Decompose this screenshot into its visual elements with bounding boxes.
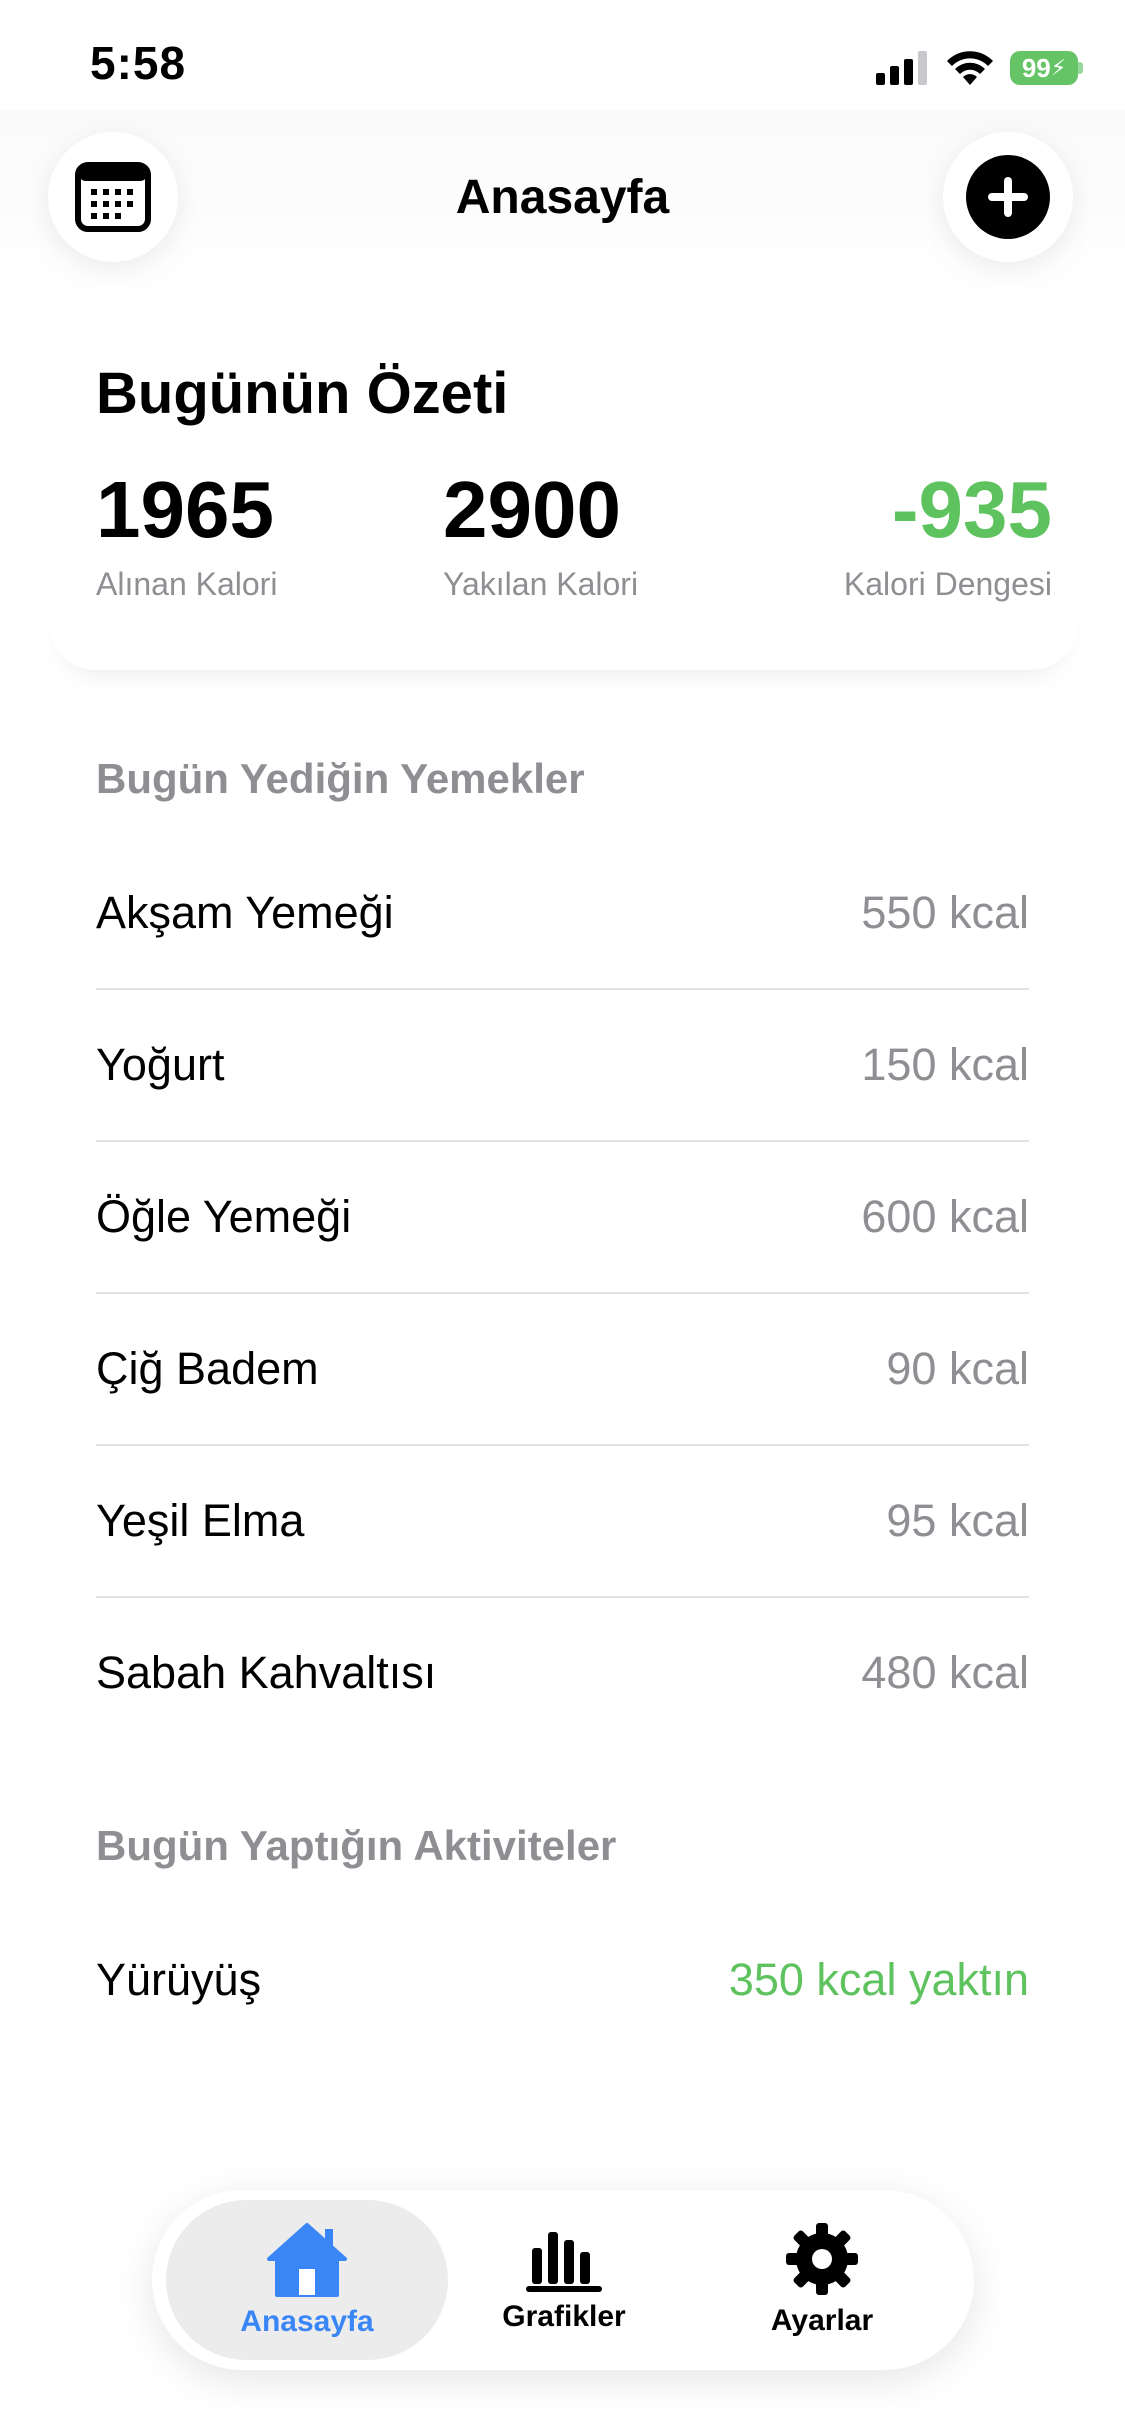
battery-icon: 99 ⚡ [1010,51,1078,85]
foods-section-header: Bugün Yediğin Yemekler [96,755,585,802]
summary-title: Bugünün Özeti [96,361,509,426]
intake-label: Alınan Kalori [96,566,278,602]
wifi-icon [947,51,993,85]
battery-level: 99 [1021,52,1051,83]
summary-card: Bugünün Özeti 1965 Alınan Kalori 2900 Ya… [48,310,1078,670]
balance-label: Kalori Dengesi [843,566,1052,602]
food-name: Yeşil Elma [96,1495,305,1546]
burned-stat: 2900 Yakılan Kalori [443,470,638,603]
food-row[interactable]: Yoğurt 150 kcal [96,988,1029,1140]
battery-cap [1078,62,1083,74]
food-name: Çiğ Badem [96,1343,319,1394]
food-kcal: 90 kcal [886,1343,1029,1394]
tab-label: Anasayfa [240,2305,374,2338]
cellular-signal-icon [876,51,927,85]
food-kcal: 600 kcal [861,1191,1029,1242]
food-row[interactable]: Sabah Kahvaltısı 480 kcal [96,1596,1029,1748]
food-kcal: 480 kcal [861,1647,1029,1698]
tab-bar: Anasayfa Grafikler Ayarlar [152,2190,974,2370]
food-name: Akşam Yemeği [96,887,394,938]
food-name: Yoğurt [96,1039,225,1090]
burned-label: Yakılan Kalori [443,566,639,602]
food-row[interactable]: Akşam Yemeği 550 kcal [96,838,1029,988]
intake-stat: 1965 Alınan Kalori [96,470,277,603]
add-button[interactable] [943,132,1073,262]
tab-charts[interactable]: Grafikler [434,2200,694,2360]
plus-circle-icon [966,155,1050,239]
burned-value: 2900 [443,465,621,554]
activity-list: Yürüyüş 350 kcal yaktın [96,1905,1029,2055]
food-name: Öğle Yemeği [96,1191,352,1242]
activity-name: Yürüyüş [96,1954,262,2005]
food-row[interactable]: Çiğ Badem 90 kcal [96,1292,1029,1444]
activity-kcal: 350 kcal yaktın [728,1954,1029,2005]
activity-row[interactable]: Yürüyüş 350 kcal yaktın [96,1905,1029,2055]
food-row[interactable]: Öğle Yemeği 600 kcal [96,1140,1029,1292]
tab-label: Ayarlar [770,2304,874,2337]
house-icon [267,2223,347,2297]
tab-label: Grafikler [502,2300,626,2333]
food-kcal: 150 kcal [861,1039,1029,1090]
food-list: Akşam Yemeği 550 kcal Yoğurt 150 kcal Öğ… [96,838,1029,1748]
tab-settings[interactable]: Ayarlar [692,2200,952,2360]
activities-section-header: Bugün Yaptığın Aktiviteler [96,1822,617,1869]
food-row[interactable]: Yeşil Elma 95 kcal [96,1444,1029,1596]
status-icons: 99 ⚡ [876,44,1083,92]
food-kcal: 95 kcal [886,1495,1029,1546]
food-kcal: 550 kcal [861,887,1029,938]
food-name: Sabah Kahvaltısı [96,1647,437,1698]
balance-value: -935 [891,465,1052,554]
status-time: 5:58 [90,37,187,89]
balance-stat: -935 Kalori Dengesi [844,470,1052,603]
gear-icon [786,2223,858,2295]
intake-value: 1965 [96,465,274,554]
bar-chart-icon [526,2232,602,2292]
battery-indicator: 99 ⚡ [1010,51,1083,85]
tab-home[interactable]: Anasayfa [166,2200,448,2360]
